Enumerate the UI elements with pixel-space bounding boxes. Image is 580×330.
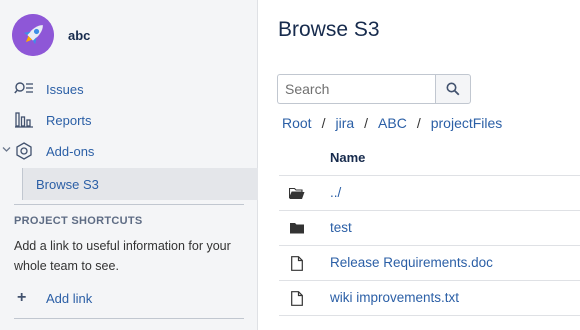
reports-bar-icon	[14, 110, 34, 130]
table-row: ../	[279, 175, 580, 209]
add-link-button[interactable]: + Add link	[0, 285, 258, 311]
file-icon	[289, 290, 305, 306]
table-row-border	[279, 315, 580, 316]
project-name[interactable]: abc	[68, 28, 90, 43]
shortcuts-description: Add a link to useful information for you…	[14, 239, 231, 273]
file-icon	[289, 255, 305, 271]
sidebar-item-label: Add-ons	[46, 143, 95, 159]
search-icon	[446, 82, 460, 96]
search-input[interactable]	[277, 74, 435, 104]
file-link[interactable]: wiki improvements.txt	[330, 290, 459, 305]
sidebar-item-reports[interactable]: Reports	[0, 107, 258, 133]
rocket-icon	[12, 14, 54, 56]
divider	[14, 204, 244, 205]
sidebar-item-label: Reports	[46, 112, 92, 128]
breadcrumb-jira[interactable]: jira	[335, 115, 354, 131]
sidebar-item-issues[interactable]: Issues	[0, 76, 258, 102]
column-header-name[interactable]: Name	[330, 150, 365, 165]
sidebar: abc Issues Reports Add-ons Browse S3 PRO…	[0, 0, 258, 330]
chevron-down-icon[interactable]	[2, 145, 11, 156]
file-link[interactable]: Release Requirements.doc	[330, 255, 493, 270]
sidebar-subitem-browse-s3[interactable]: Browse S3	[22, 168, 258, 200]
sidebar-item-label: Issues	[46, 81, 84, 97]
file-link[interactable]: ../	[330, 185, 341, 200]
breadcrumb-separator: /	[416, 115, 421, 131]
breadcrumb: Root / jira / ABC / projectFiles	[282, 115, 502, 131]
breadcrumb-separator: /	[321, 115, 326, 131]
plus-icon: +	[17, 289, 27, 306]
folder-icon	[289, 220, 305, 236]
breadcrumb-projectfiles[interactable]: projectFiles	[431, 115, 503, 131]
table-row: Release Requirements.doc	[279, 245, 580, 279]
issues-search-icon	[14, 79, 34, 99]
breadcrumb-separator: /	[364, 115, 369, 131]
sidebar-item-addons[interactable]: Add-ons	[0, 138, 258, 164]
breadcrumb-abc[interactable]: ABC	[378, 115, 407, 131]
table-row: wiki improvements.txt	[279, 280, 580, 314]
project-header[interactable]: abc	[12, 14, 90, 56]
table-row: test	[279, 210, 580, 244]
sidebar-subitem-label: Browse S3	[36, 176, 99, 192]
breadcrumb-root[interactable]: Root	[282, 115, 312, 131]
hexagon-gear-icon	[14, 141, 34, 161]
divider	[14, 318, 244, 319]
main-content: Browse S3 Root / jira / ABC / projectFil…	[259, 0, 580, 330]
search-bar	[277, 74, 471, 104]
add-link-label: Add link	[46, 290, 93, 306]
search-button[interactable]	[435, 74, 471, 104]
shortcuts-title: PROJECT SHORTCUTS	[14, 215, 143, 227]
project-avatar[interactable]	[12, 14, 54, 56]
page-title: Browse S3	[278, 18, 380, 41]
folder-open-icon	[289, 185, 305, 201]
file-link[interactable]: test	[330, 220, 352, 235]
